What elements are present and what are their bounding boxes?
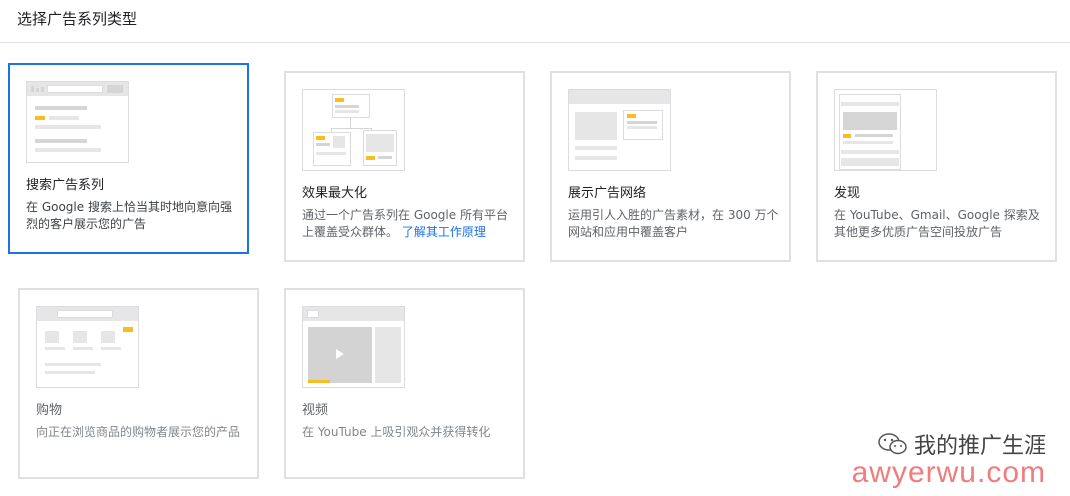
card-description: 运用引人入胜的广告素材，在 300 万个网站和应用中覆盖客户 [568, 208, 779, 239]
wechat-icon [878, 433, 907, 455]
card-description: 在 Google 搜索上恰当其时地向意向强烈的客户展示您的广告 [26, 200, 232, 231]
shopping-illustration-icon [36, 306, 139, 388]
campaign-type-card-video[interactable]: 视频 在 YouTube 上吸引观众并获得转化 [284, 288, 525, 479]
performance-max-illustration-icon [302, 89, 405, 171]
search-ads-illustration-icon [26, 81, 129, 163]
watermark-url: awyerwu.com [851, 456, 1046, 489]
card-description: 在 YouTube、Gmail、Google 探索及其他更多优质广告空间投放广告 [834, 208, 1040, 239]
page-header: 选择广告系列类型 [0, 0, 1070, 43]
card-title: 视频 [302, 403, 329, 418]
page-title: 选择广告系列类型 [17, 10, 138, 28]
card-title: 展示广告网络 [568, 186, 647, 201]
campaign-type-card-performance-max[interactable]: 效果最大化 通过一个广告系列在 Google 所有平台上覆盖受众群体。 了解其工… [284, 71, 525, 262]
play-icon [336, 349, 344, 359]
card-title: 搜索广告系列 [26, 178, 105, 193]
discovery-illustration-icon [834, 89, 937, 171]
learn-how-it-works-link[interactable]: 了解其工作原理 [402, 225, 486, 239]
watermark-brand: 我的推广生涯 [852, 428, 1046, 460]
watermark: 我的推广生涯 awyerwu.com [852, 428, 1046, 490]
campaign-type-card-shopping[interactable]: 购物 向正在浏览商品的购物者展示您的产品 [18, 288, 259, 479]
card-title: 发现 [834, 186, 861, 201]
card-description: 向正在浏览商品的购物者展示您的产品 [36, 425, 241, 439]
watermark-text: 我的推广生涯 [913, 434, 1046, 459]
campaign-type-card-display[interactable]: 展示广告网络 运用引人入胜的广告素材，在 300 万个网站和应用中覆盖客户 [550, 71, 791, 262]
display-ads-illustration-icon [568, 89, 671, 171]
card-description: 通过一个广告系列在 Google 所有平台上覆盖受众群体。 了解其工作原理 [302, 207, 514, 241]
campaign-type-card-search[interactable]: 搜索广告系列 在 Google 搜索上恰当其时地向意向强烈的客户展示您的广告 [8, 63, 249, 254]
card-title: 效果最大化 [302, 186, 368, 201]
card-title: 购物 [36, 403, 63, 418]
campaign-type-card-discovery[interactable]: 发现 在 YouTube、Gmail、Google 探索及其他更多优质广告空间投… [816, 71, 1057, 262]
video-illustration-icon [302, 306, 405, 388]
card-description: 在 YouTube 上吸引观众并获得转化 [302, 425, 491, 439]
